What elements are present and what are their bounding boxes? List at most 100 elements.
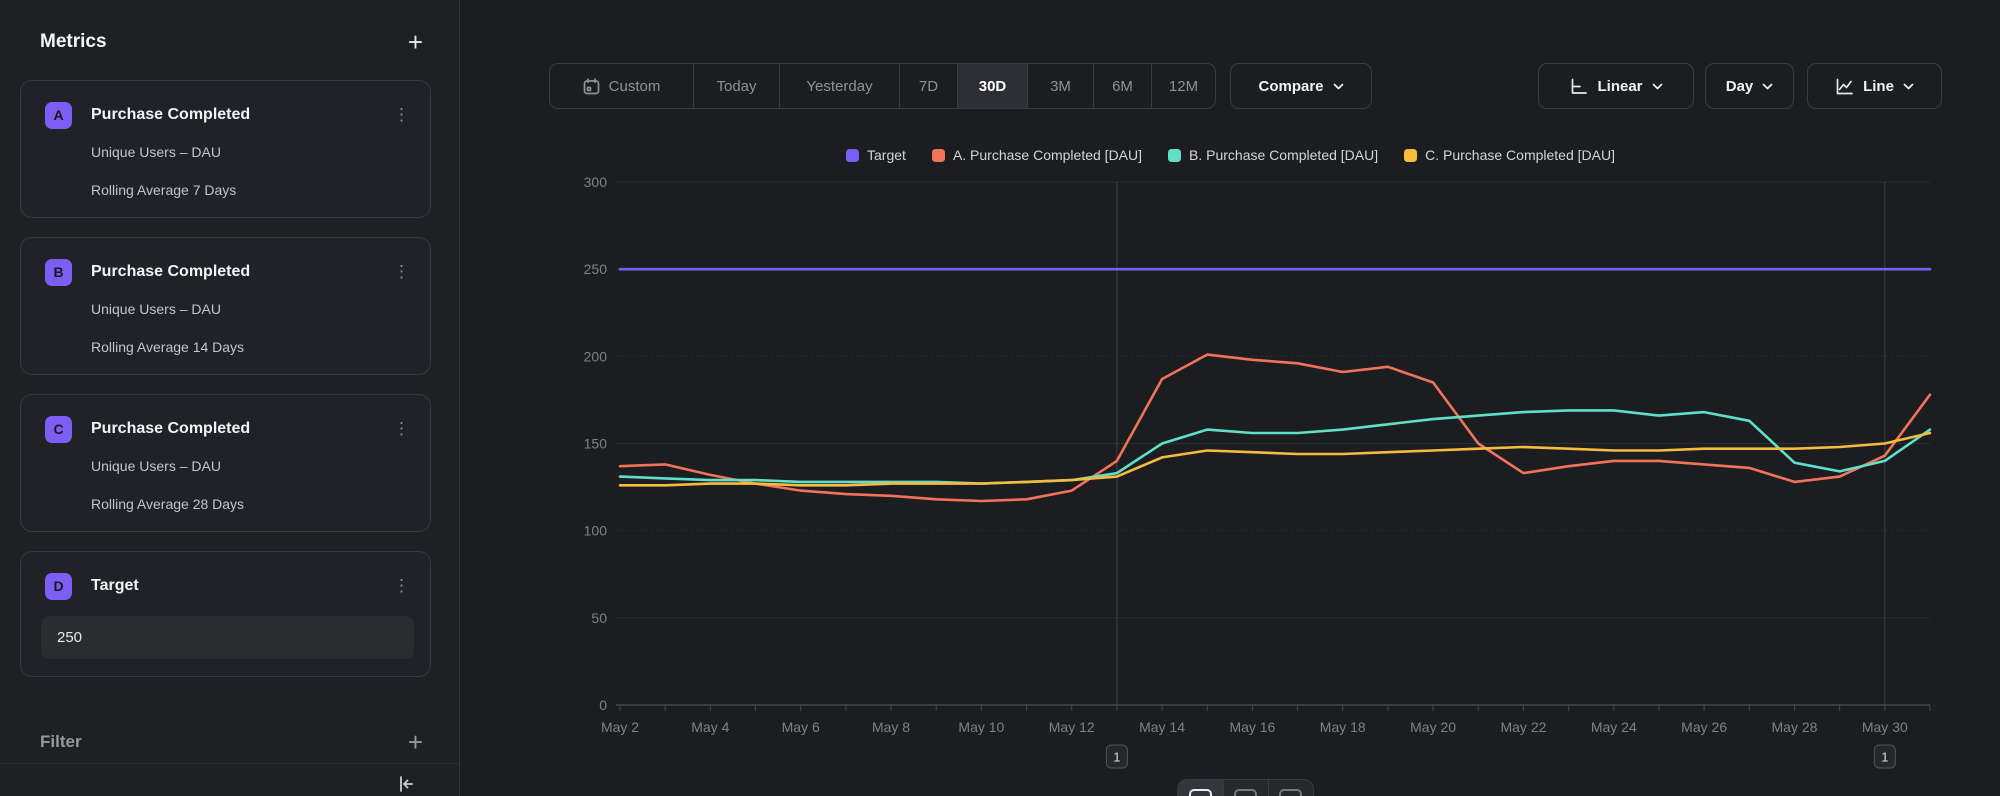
chart-panel: Custom Today Yesterday 7D 30D 3M 6M 12M … xyxy=(461,0,2000,796)
x-axis-label: May 16 xyxy=(1229,719,1275,735)
chevron-down-icon xyxy=(1652,83,1663,90)
x-axis-label: May 30 xyxy=(1862,719,1908,735)
chevron-down-icon xyxy=(1333,83,1344,90)
annotation-badge-label: 1 xyxy=(1881,750,1888,765)
tab-label: 7D xyxy=(919,78,938,95)
granularity-selector-button[interactable]: Day xyxy=(1705,63,1794,109)
x-axis-label: May 26 xyxy=(1681,719,1727,735)
x-axis-label: May 2 xyxy=(601,719,639,735)
target-card-header: D Target ⋮ xyxy=(45,572,414,600)
x-axis-label: May 28 xyxy=(1772,719,1818,735)
line-chart-icon xyxy=(1835,77,1854,96)
filter-title: Filter xyxy=(40,732,82,752)
metric-card-header: C Purchase Completed ⋮ xyxy=(45,415,414,443)
tab-yesterday[interactable]: Yesterday xyxy=(779,64,899,108)
chart-type-label: Line xyxy=(1863,78,1894,95)
metric-title: Purchase Completed xyxy=(91,263,389,281)
sidebar-title: Metrics xyxy=(40,31,107,53)
scale-selector-button[interactable]: Linear xyxy=(1538,63,1694,109)
x-axis-label: May 14 xyxy=(1139,719,1185,735)
tab-label: Custom xyxy=(609,78,661,95)
metric-menu-icon[interactable]: ⋮ xyxy=(389,419,414,439)
metric-title: Purchase Completed xyxy=(91,420,389,438)
view-toggle-small[interactable] xyxy=(1268,780,1313,796)
x-axis-label: May 4 xyxy=(691,719,729,735)
x-axis-label: May 8 xyxy=(872,719,910,735)
y-axis-label: 200 xyxy=(584,348,608,364)
sidebar-divider xyxy=(0,763,459,764)
metric-transform[interactable]: Rolling Average 28 Days xyxy=(91,496,244,512)
metric-measure[interactable]: Unique Users – DAU xyxy=(91,458,221,474)
y-axis-label: 0 xyxy=(599,697,607,713)
y-axis-label: 250 xyxy=(584,261,608,277)
metric-menu-icon[interactable]: ⋮ xyxy=(389,576,414,596)
date-range-tabs: Custom Today Yesterday 7D 30D 3M 6M 12M xyxy=(549,63,1216,109)
compare-button[interactable]: Compare xyxy=(1230,63,1372,109)
tab-30d[interactable]: 30D xyxy=(957,64,1027,108)
add-filter-button[interactable]: + xyxy=(408,729,423,755)
y-axis-label: 300 xyxy=(584,174,608,190)
metric-transform[interactable]: Rolling Average 7 Days xyxy=(91,182,236,198)
scale-label: Linear xyxy=(1597,78,1642,95)
metric-measure[interactable]: Unique Users – DAU xyxy=(91,301,221,317)
line-chart[interactable]: 0 50 100 150 200 250 300 May 2 May 4 May 6 May 8 Ma… xyxy=(461,120,2000,796)
tab-12m[interactable]: 12M xyxy=(1151,64,1215,108)
tab-custom[interactable]: Custom xyxy=(550,64,693,108)
add-metric-button[interactable]: + xyxy=(408,29,423,55)
large-chart-icon xyxy=(1189,789,1212,796)
metric-menu-icon[interactable]: ⋮ xyxy=(389,105,414,125)
compare-label: Compare xyxy=(1258,78,1323,95)
filter-section: Filter + xyxy=(40,724,423,760)
metric-card-b[interactable]: B Purchase Completed ⋮ Unique Users – DA… xyxy=(20,237,431,375)
metric-menu-icon[interactable]: ⋮ xyxy=(389,262,414,282)
metric-transform[interactable]: Rolling Average 14 Days xyxy=(91,339,244,355)
series-line-c xyxy=(620,433,1930,485)
target-title: Target xyxy=(91,577,389,595)
tab-3m[interactable]: 3M xyxy=(1027,64,1093,108)
tab-6m[interactable]: 6M xyxy=(1093,64,1151,108)
metric-badge: A xyxy=(45,102,72,129)
x-axis-label: May 22 xyxy=(1500,719,1546,735)
x-axis-label: May 6 xyxy=(782,719,820,735)
metric-badge: C xyxy=(45,416,72,443)
tab-today[interactable]: Today xyxy=(693,64,779,108)
series-line-a xyxy=(620,355,1930,501)
chevron-down-icon xyxy=(1903,83,1914,90)
tab-label: 3M xyxy=(1050,78,1071,95)
tab-label: 30D xyxy=(979,78,1007,95)
medium-chart-icon xyxy=(1234,789,1257,796)
y-axis-label: 150 xyxy=(584,436,608,452)
small-chart-icon xyxy=(1279,789,1302,796)
metric-card-a[interactable]: A Purchase Completed ⋮ Unique Users – DA… xyxy=(20,80,431,218)
metric-badge: D xyxy=(45,573,72,600)
tab-label: Today xyxy=(716,78,756,95)
metrics-sidebar: Metrics + A Purchase Completed ⋮ Unique … xyxy=(0,0,460,796)
y-axis-label: 50 xyxy=(591,610,607,626)
view-toggle-large[interactable] xyxy=(1178,780,1223,796)
view-toggle-medium[interactable] xyxy=(1223,780,1268,796)
tab-7d[interactable]: 7D xyxy=(899,64,957,108)
series-line-b xyxy=(620,410,1930,483)
target-value-input[interactable] xyxy=(41,616,414,659)
chart-size-toggle xyxy=(1177,779,1314,796)
metric-title: Purchase Completed xyxy=(91,106,389,124)
tab-label: 12M xyxy=(1169,78,1198,95)
y-axis-label: 100 xyxy=(584,523,608,539)
metric-measure[interactable]: Unique Users – DAU xyxy=(91,144,221,160)
metric-card-c[interactable]: C Purchase Completed ⋮ Unique Users – DA… xyxy=(20,394,431,532)
metric-card-header: B Purchase Completed ⋮ xyxy=(45,258,414,286)
chevron-down-icon xyxy=(1762,83,1773,90)
sidebar-header: Metrics + xyxy=(40,24,423,60)
collapse-sidebar-icon[interactable] xyxy=(395,773,417,796)
tab-label: Yesterday xyxy=(806,78,872,95)
annotation-badge-label: 1 xyxy=(1113,750,1120,765)
linear-axis-icon xyxy=(1569,77,1588,96)
target-card[interactable]: D Target ⋮ xyxy=(20,551,431,677)
x-axis-label: May 18 xyxy=(1320,719,1366,735)
granularity-label: Day xyxy=(1726,78,1754,95)
x-axis-label: May 20 xyxy=(1410,719,1456,735)
x-axis-label: May 24 xyxy=(1591,719,1637,735)
metric-badge: B xyxy=(45,259,72,286)
chart-type-selector-button[interactable]: Line xyxy=(1807,63,1942,109)
calendar-icon xyxy=(583,78,600,95)
